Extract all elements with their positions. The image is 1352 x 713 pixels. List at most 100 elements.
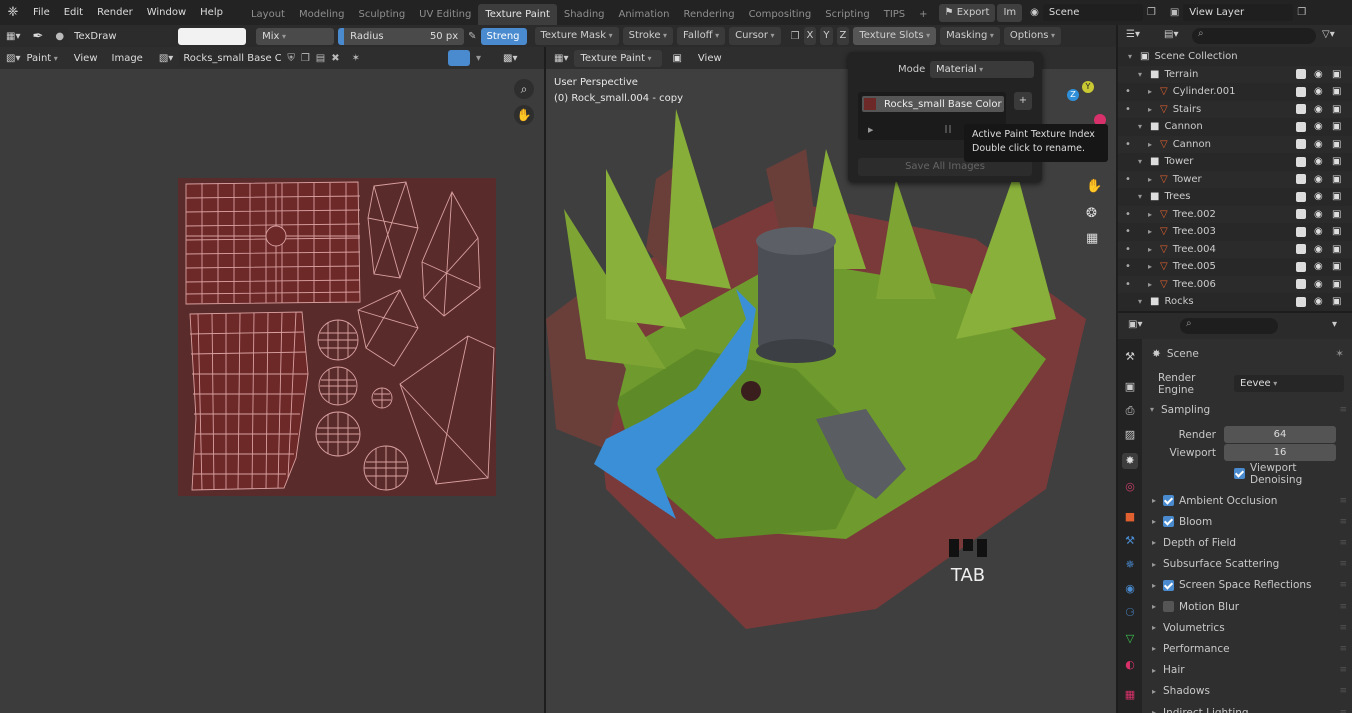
exclude-checkbox-icon[interactable] — [1296, 69, 1306, 80]
brush-settings-icon[interactable]: ● — [55, 31, 64, 42]
eye-icon[interactable]: ◉ — [1314, 86, 1323, 97]
fake-user-icon[interactable]: ⛨ — [287, 53, 295, 64]
data-tab-icon[interactable]: ▽ — [1122, 631, 1138, 647]
zoom-icon[interactable]: ⌕ — [514, 79, 534, 99]
panel-grip-icon[interactable]: ≡ — [1339, 602, 1346, 612]
outliner-row[interactable]: ▾ ■ Terrain ◉ ▣ — [1118, 65, 1352, 83]
import-button[interactable]: Im — [997, 3, 1023, 22]
tab-scripting[interactable]: Scripting — [818, 4, 876, 25]
outliner-row[interactable]: ▾ ■ Rocks ◉ ▣ — [1118, 293, 1352, 311]
sampling-panel-header[interactable]: ▾ Sampling ≡ — [1142, 399, 1352, 420]
panel-header[interactable]: ▸ Depth of Field ≡ — [1142, 532, 1352, 553]
tab-texture-paint[interactable]: Texture Paint — [478, 4, 557, 25]
visibility-dot-icon[interactable]: • — [1125, 139, 1131, 150]
viewport-denoising-checkbox[interactable] — [1234, 468, 1245, 479]
exclude-checkbox-icon[interactable] — [1296, 296, 1306, 307]
panel-header[interactable]: ▸ Indirect Lighting ≡ — [1142, 702, 1352, 713]
texture-mask-dropdown[interactable]: Texture Mask — [534, 27, 619, 45]
outliner-row[interactable]: ▾ ■ Cannon ◉ ▣ — [1118, 118, 1352, 136]
eye-icon[interactable]: ◉ — [1314, 296, 1323, 307]
symmetry-x-toggle[interactable]: X — [803, 27, 817, 45]
texture-tab-icon[interactable]: ▦ — [1122, 687, 1138, 703]
interaction-mode-dropdown[interactable]: Texture Paint — [574, 49, 663, 67]
eye-icon[interactable]: ◉ — [1314, 174, 1323, 185]
eye-icon[interactable]: ◉ — [1314, 244, 1323, 255]
panel-grip-icon[interactable]: ≡ — [1339, 686, 1346, 696]
output-tab-icon[interactable]: ⎙ — [1122, 403, 1138, 419]
options-dropdown[interactable]: Options — [1003, 27, 1062, 45]
visibility-dot-icon[interactable]: • — [1125, 261, 1131, 272]
image-editor-type-icon[interactable]: ▨▾ — [6, 53, 20, 64]
uv-texture-image[interactable] — [178, 178, 496, 496]
panel-header[interactable]: ▸ Shadows ≡ — [1142, 681, 1352, 702]
render-tab-icon[interactable]: ▣ — [1122, 379, 1138, 395]
eye-icon[interactable]: ◉ — [1314, 226, 1323, 237]
viewport-denoising-row[interactable]: Viewport Denoising — [1142, 462, 1352, 486]
outliner-row[interactable]: • ▸ ▽ Tower ◉ ▣ — [1118, 170, 1352, 188]
panel-header[interactable]: ▸ Volumetrics ≡ — [1142, 617, 1352, 638]
properties-options-icon[interactable]: ▾ — [1332, 319, 1337, 330]
menu-edit[interactable]: Edit — [57, 0, 90, 25]
new-view-layer-icon[interactable]: ❐ — [1297, 7, 1306, 18]
eye-icon[interactable]: ◉ — [1314, 104, 1323, 115]
texture-slot-item[interactable]: Rocks_small Base Color — [862, 96, 1004, 112]
physics-tab-icon[interactable]: ◉ — [1122, 581, 1138, 597]
tab-layout[interactable]: Layout — [244, 4, 292, 25]
viewport-editor-type-icon[interactable]: ▦▾ — [554, 53, 568, 64]
export-button[interactable]: ⚑ Export — [938, 3, 996, 22]
expand-arrow-icon[interactable]: ▾ — [1138, 192, 1150, 201]
brush-name-field[interactable]: TexDraw — [68, 27, 173, 45]
pressure-icon[interactable]: ✎ — [468, 31, 476, 42]
outliner-row[interactable]: ▾ ▣ Scene Collection — [1118, 48, 1352, 66]
gizmo-icon[interactable]: ▩▾ — [503, 53, 517, 64]
panel-header[interactable]: ▸ Hair ≡ — [1142, 660, 1352, 681]
expand-arrow-icon[interactable]: ▸ — [1148, 245, 1160, 254]
unlink-image-icon[interactable]: ✖ — [331, 53, 339, 64]
view-layer-tab-icon[interactable]: ▨ — [1122, 427, 1138, 443]
expand-arrow-icon[interactable]: ▸ — [1148, 140, 1160, 149]
render-engine-dropdown[interactable]: Eevee — [1234, 375, 1344, 392]
viewport-samples-field[interactable]: 16 — [1224, 444, 1336, 461]
exclude-checkbox-icon[interactable] — [1296, 104, 1306, 115]
add-texture-slot-button[interactable]: + — [1014, 92, 1032, 110]
modifier-tab-icon[interactable]: ⚒ — [1122, 533, 1138, 549]
tab-modeling[interactable]: Modeling — [292, 4, 352, 25]
outliner-row[interactable]: ▾ ■ Trees ◉ ▣ — [1118, 188, 1352, 206]
masking-dropdown[interactable]: Masking — [940, 27, 1000, 45]
visibility-dot-icon[interactable]: • — [1125, 279, 1131, 290]
image-browse-icon[interactable]: ▧▾ — [159, 53, 173, 64]
ortho-toggle-icon[interactable]: ▦ — [1086, 231, 1098, 246]
exclude-checkbox-icon[interactable] — [1296, 191, 1306, 202]
brush-color-swatch[interactable] — [178, 27, 247, 45]
panel-grip-icon[interactable]: ≡ — [1339, 665, 1346, 675]
render-camera-icon[interactable]: ▣ — [1332, 244, 1341, 255]
visibility-dot-icon[interactable]: • — [1125, 86, 1131, 97]
eye-icon[interactable]: ◉ — [1314, 279, 1323, 290]
visibility-dot-icon[interactable]: • — [1125, 244, 1131, 255]
outliner-row[interactable]: • ▸ ▽ Stairs ◉ ▣ — [1118, 100, 1352, 118]
expand-arrow-icon[interactable]: ▾ — [1138, 70, 1150, 79]
tool-tab-icon[interactable]: ⚒ — [1122, 349, 1138, 365]
pin-context-icon[interactable]: ✶ — [1335, 348, 1344, 360]
visibility-dot-icon[interactable]: • — [1125, 226, 1131, 237]
visibility-dot-icon[interactable]: • — [1125, 209, 1131, 220]
render-camera-icon[interactable]: ▣ — [1332, 104, 1341, 115]
eye-icon[interactable]: ◉ — [1314, 121, 1323, 132]
symmetry-y-toggle[interactable]: Y — [820, 27, 833, 45]
blend-mode-dropdown[interactable]: Mix — [256, 27, 335, 45]
render-camera-icon[interactable]: ▣ — [1332, 191, 1341, 202]
strength-slider[interactable]: Streng — [480, 27, 527, 45]
eye-icon[interactable]: ◉ — [1314, 139, 1323, 150]
render-camera-icon[interactable]: ▣ — [1332, 174, 1341, 185]
render-camera-icon[interactable]: ▣ — [1332, 279, 1341, 290]
panel-header[interactable]: ▸ Bloom ≡ — [1142, 511, 1352, 532]
expand-arrow-icon[interactable]: ▾ — [1138, 122, 1150, 131]
popover-mode-dropdown[interactable]: Material — [930, 61, 1034, 78]
exclude-checkbox-icon[interactable] — [1296, 209, 1306, 220]
pin-icon[interactable]: ✶ — [352, 53, 360, 64]
properties-type-icon[interactable]: ▣▾ — [1128, 319, 1142, 330]
outliner-type-icon[interactable]: ☰▾ — [1126, 29, 1140, 40]
exclude-checkbox-icon[interactable] — [1296, 226, 1306, 237]
image-name-field[interactable]: Rocks_small Base C... — [179, 49, 282, 67]
outliner-display-icon[interactable]: ▤▾ — [1164, 29, 1178, 40]
